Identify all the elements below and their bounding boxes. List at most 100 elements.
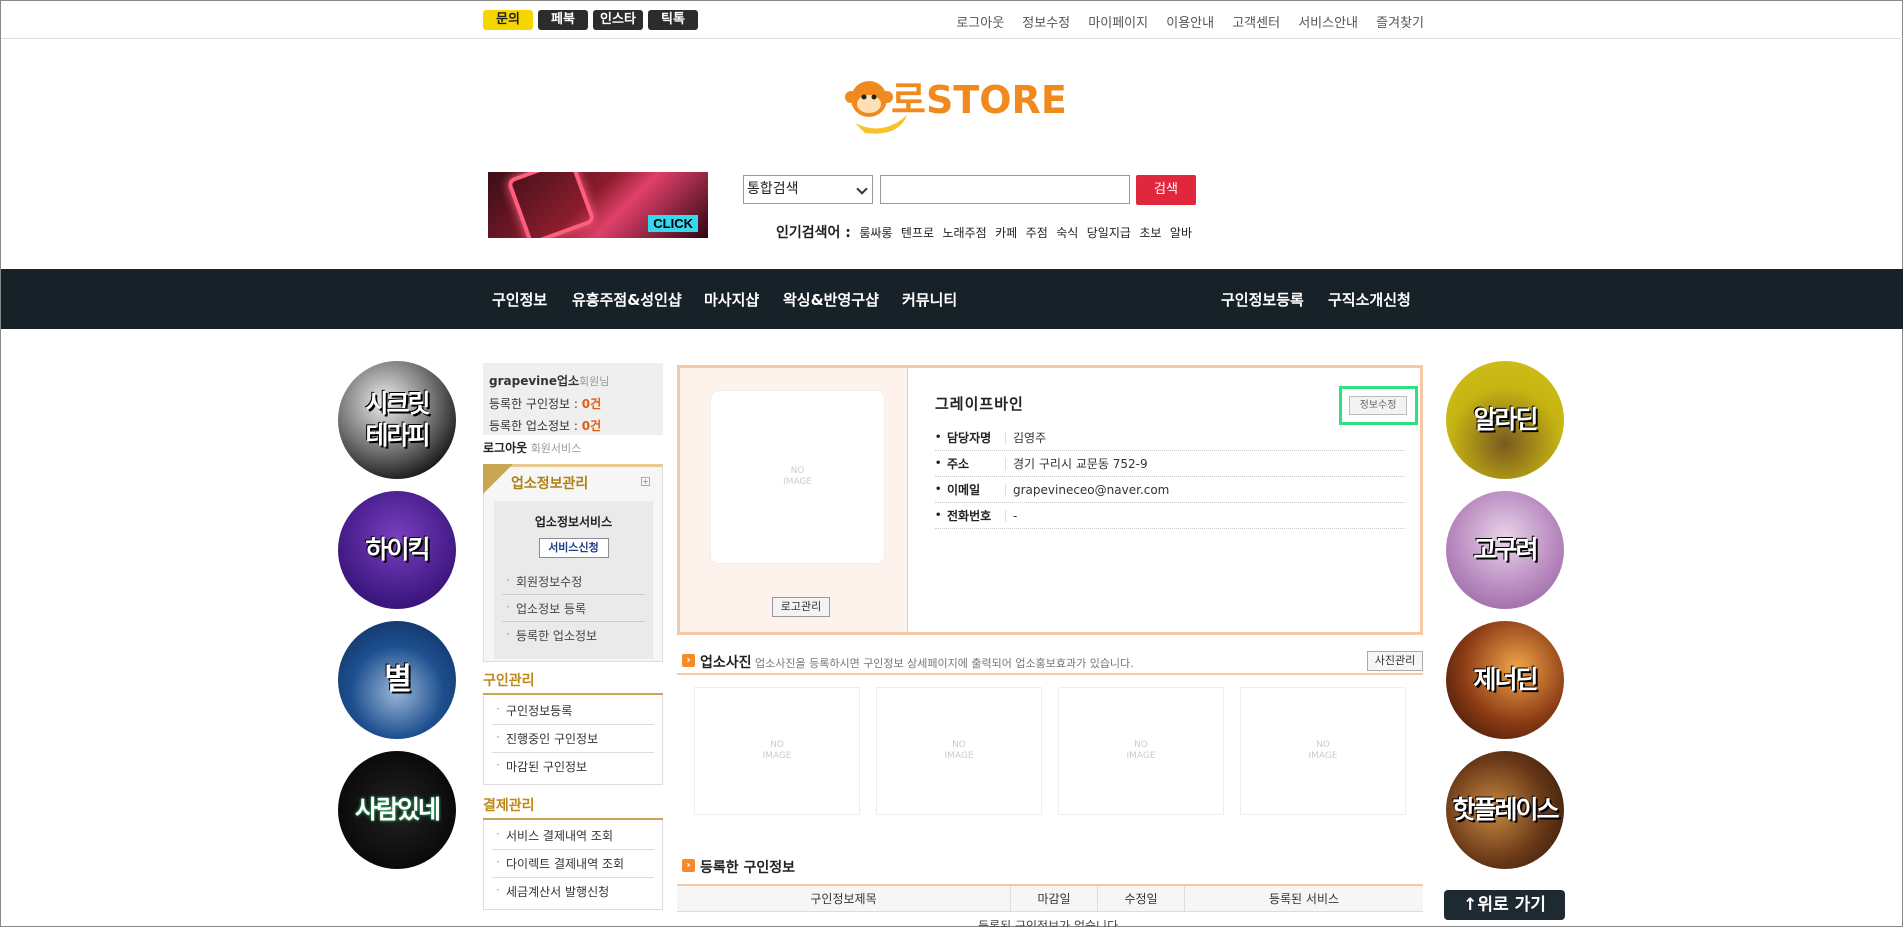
sidebar-item-job-active[interactable]: 진행중인 구인정보	[492, 725, 654, 753]
photo-slot: NO IMAGE	[694, 687, 860, 815]
info-row-phone: 전화번호 -	[935, 503, 1405, 529]
nav-community[interactable]: 커뮤니티	[902, 289, 957, 310]
ad-circle-generation[interactable]: 제너딘	[1446, 621, 1564, 739]
ad-circle-highkick[interactable]: 하이킥	[338, 491, 456, 609]
ad-circle-star[interactable]: 별	[338, 621, 456, 739]
biz-menu-title: 업소정보관리	[511, 476, 589, 492]
sidebar-item-biz-register[interactable]: 업소정보 등록	[502, 596, 645, 622]
col-title: 구인정보제목	[677, 886, 1011, 912]
logo-text: 로STORE	[891, 78, 1065, 122]
keyword-link[interactable]: 노래주점	[942, 226, 986, 240]
nav-waxing[interactable]: 왁싱&반영구샵	[783, 289, 879, 310]
sidebar-item-member-edit[interactable]: 회원정보수정	[502, 569, 645, 595]
info-row-address: 주소 경기 구리시 교문동 752-9	[935, 451, 1405, 477]
photo-slot: NO IMAGE	[1240, 687, 1406, 815]
ad-circle-people[interactable]: 사람있네	[338, 751, 456, 869]
sidebar: grapevine업소회원님 등록한 구인정보 : 0건 등록한 업소정보 : …	[483, 363, 663, 910]
photo-manage-button[interactable]: 사진관리	[1367, 651, 1423, 671]
keyword-link[interactable]: 텐프로	[901, 226, 934, 240]
plus-icon[interactable]: +	[641, 477, 650, 486]
info-key: 주소	[935, 451, 969, 477]
keyword-link[interactable]: 주점	[1026, 226, 1048, 240]
sidebar-logout-link[interactable]: 로그아웃	[483, 441, 527, 455]
tiktok-button[interactable]: 틱톡	[648, 10, 698, 30]
info-edit-button[interactable]: 정보수정	[1349, 396, 1407, 415]
edit-highlight: 정보수정	[1339, 386, 1418, 425]
job-count-label: 등록한 구인정보 :	[489, 397, 582, 411]
keyword-link[interactable]: 숙식	[1056, 226, 1078, 240]
logo-panel: NO IMAGE 로고관리	[680, 368, 908, 632]
col-deadline: 마감일	[1011, 886, 1098, 912]
sidebar-item-job-closed[interactable]: 마감된 구인정보	[492, 753, 654, 780]
sidebar-item-job-register[interactable]: 구인정보등록	[492, 697, 654, 725]
biz-logo-image: NO IMAGE	[710, 390, 885, 564]
keyword-link[interactable]: 당일지급	[1087, 226, 1131, 240]
empty-message: 등록된 구인정보가 없습니다.	[978, 919, 1122, 927]
corner-decoration	[483, 464, 513, 494]
scroll-top-button[interactable]: ↑위로 가기	[1444, 890, 1565, 920]
ad-circle-secret-therapy[interactable]: 시크릿 테라피	[338, 361, 456, 479]
service-info-link[interactable]: 서비스안내	[1298, 16, 1358, 31]
biz-name: 그레이프바인	[935, 395, 1024, 413]
nav-entertainment[interactable]: 유흥주점&성인샵	[572, 289, 682, 310]
job-count: 0건	[581, 397, 602, 411]
search-category-select[interactable]: 통합검색	[743, 175, 873, 204]
ad-circle-hotplace[interactable]: 핫플레이스	[1446, 751, 1564, 869]
facebook-button[interactable]: 페북	[538, 10, 588, 30]
search-input[interactable]	[880, 175, 1130, 204]
sidebar-item-biz-list[interactable]: 등록한 업소정보	[502, 623, 645, 648]
photo-slot: NO IMAGE	[876, 687, 1042, 815]
search-button[interactable]: 검색	[1136, 175, 1196, 205]
nav-massage[interactable]: 마사지샵	[704, 289, 759, 310]
biz-count: 0건	[581, 419, 602, 433]
biz-menu-box: 업소정보관리 + 업소정보서비스 서비스신청 회원정보수정 업소정보 등록 등록…	[483, 464, 663, 662]
photos-title: 업소사진	[700, 655, 752, 671]
biz-service-panel: 업소정보서비스 서비스신청 회원정보수정 업소정보 등록 등록한 업소정보	[494, 501, 653, 659]
nav-job-seek[interactable]: 구직소개신청	[1328, 289, 1411, 310]
customer-center-link[interactable]: 고객센터	[1232, 16, 1280, 31]
nav-job-register[interactable]: 구인정보등록	[1221, 289, 1304, 310]
sidebar-item-pay-direct[interactable]: 다이렉트 결제내역 조회	[492, 850, 654, 878]
sidebar-item-tax-invoice[interactable]: 세금계산서 발행신청	[492, 878, 654, 905]
neon-graphic	[506, 172, 596, 238]
member-service-link[interactable]: 회원서비스	[531, 442, 582, 455]
keyword-link[interactable]: 알바	[1170, 226, 1192, 240]
nav-job-info[interactable]: 구인정보	[492, 289, 547, 310]
section-arrow-icon: ›	[682, 654, 695, 667]
pay-menu-title: 결제관리	[483, 795, 663, 820]
logout-link[interactable]: 로그아웃	[956, 16, 1004, 31]
keyword-link[interactable]: 카페	[995, 226, 1017, 240]
info-row-manager: 담당자명 김영주	[935, 425, 1405, 451]
jobs-table: 구인정보제목 마감일 수정일 등록된 서비스 등록된 구인정보가 없습니다.	[677, 884, 1423, 927]
member-suffix: 회원님	[579, 375, 610, 388]
info-row-email: 이메일 grapevineceo@naver.com	[935, 477, 1405, 503]
sidebar-item-pay-service[interactable]: 서비스 결제내역 조회	[492, 822, 654, 850]
banner-click-label: CLICK	[648, 215, 698, 232]
member-type: 업소	[556, 374, 580, 388]
inquiry-button[interactable]: 문의	[483, 10, 533, 30]
top-bar: 문의 페북 인스타 틱톡 로그아웃 정보수정 마이페이지 이용안내 고객센터 서…	[1, 1, 1903, 39]
info-key: 담당자명	[935, 425, 991, 451]
ad-banner[interactable]: CLICK	[488, 172, 708, 238]
site-logo[interactable]: 로STORE	[843, 71, 1067, 143]
service-apply-button[interactable]: 서비스신청	[538, 538, 609, 558]
logout-row: 로그아웃 회원서비스	[483, 439, 663, 456]
instagram-button[interactable]: 인스타	[593, 10, 643, 30]
biz-count-label: 등록한 업소정보 :	[489, 419, 582, 433]
biz-count-row: 등록한 업소정보 : 0건	[489, 415, 657, 437]
edit-info-link[interactable]: 정보수정	[1022, 16, 1070, 31]
guide-link[interactable]: 이용안내	[1166, 16, 1214, 31]
popular-label: 인기검색어 :	[776, 225, 851, 241]
keyword-link[interactable]: 초보	[1139, 226, 1161, 240]
keyword-link[interactable]: 룸싸롱	[859, 226, 892, 240]
job-menu-title: 구인관리	[483, 670, 663, 695]
ad-circle-goguryeo[interactable]: 고구려	[1446, 491, 1564, 609]
col-modified: 수정일	[1098, 886, 1185, 912]
logo-manage-button[interactable]: 로고관리	[772, 597, 830, 617]
popular-keywords: 인기검색어 : 룸싸롱 텐프로 노래주점 카페 주점 숙식 당일지급 초보 알바	[776, 222, 1192, 242]
member-greeting: grapevine업소회원님	[489, 370, 657, 393]
mypage-link[interactable]: 마이페이지	[1088, 16, 1148, 31]
ad-circle-aladdin[interactable]: 알라딘	[1446, 361, 1564, 479]
bookmark-link[interactable]: 즐겨찾기	[1376, 16, 1424, 31]
member-id: grapevine	[489, 374, 557, 388]
